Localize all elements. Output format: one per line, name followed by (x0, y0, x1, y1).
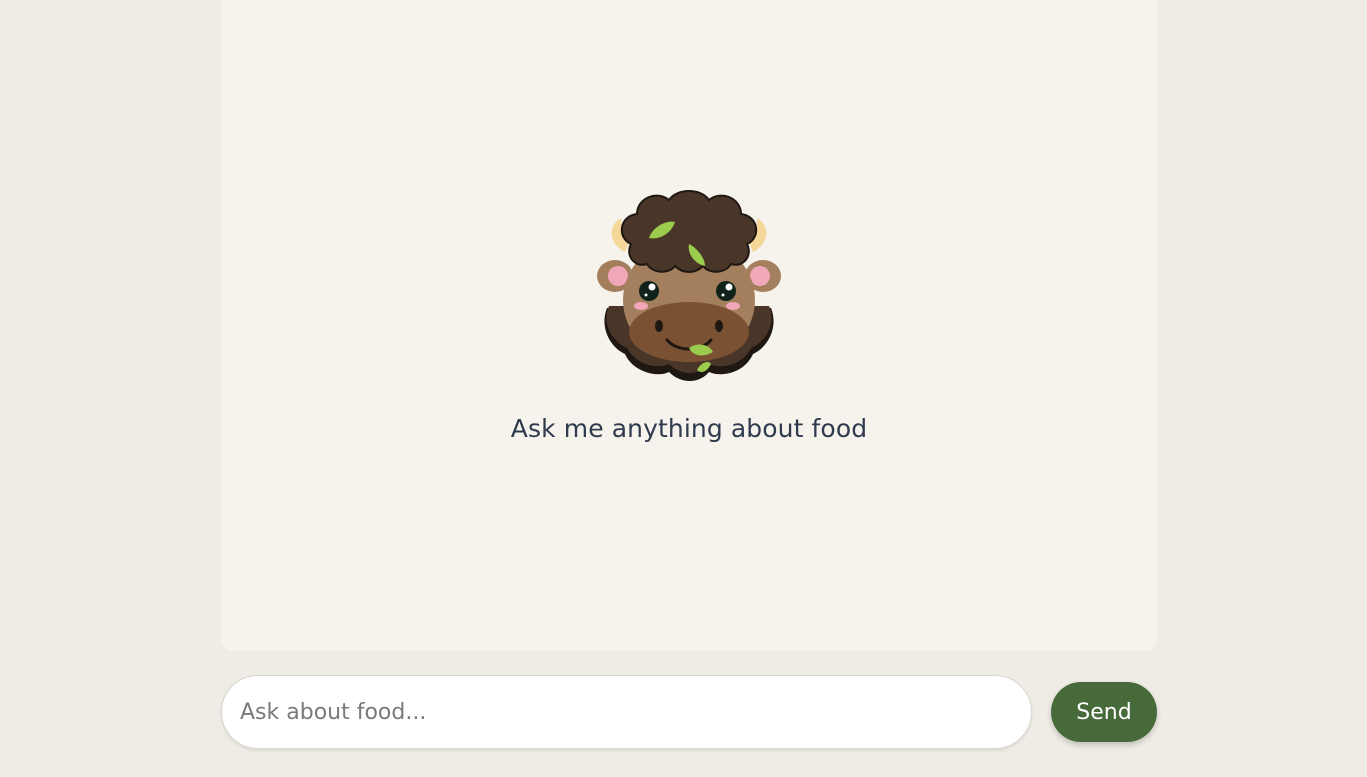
message-composer: Send (221, 675, 1157, 749)
empty-state: Ask me anything about food (221, 188, 1157, 443)
message-input[interactable] (221, 675, 1032, 749)
bison-mascot-icon (597, 190, 781, 381)
empty-state-prompt: Ask me anything about food (510, 414, 868, 443)
chat-messages-panel: Ask me anything about food (221, 0, 1157, 651)
send-button[interactable]: Send (1051, 682, 1157, 742)
